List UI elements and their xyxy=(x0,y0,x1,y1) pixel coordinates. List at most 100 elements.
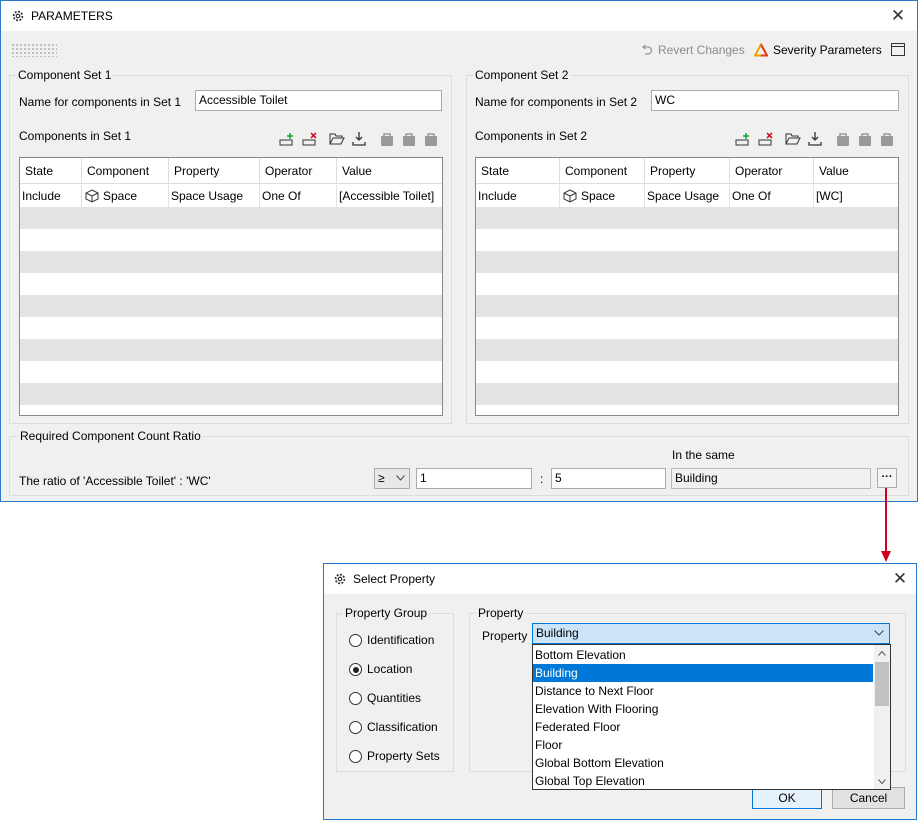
component-cell: Space xyxy=(560,185,645,207)
drag-grip[interactable] xyxy=(11,43,57,57)
ratio-left-field[interactable]: 1 xyxy=(416,468,532,489)
warning-triangle-icon xyxy=(754,43,768,57)
column-header-state[interactable]: State xyxy=(476,158,560,184)
table-row[interactable]: Include Space Space Usage One Of [Access… xyxy=(20,185,442,207)
set2-components-table: State Component Property Operator Value … xyxy=(475,157,899,416)
dropdown-item[interactable]: Bottom Elevation xyxy=(533,646,873,664)
radio-label: Classification xyxy=(367,720,438,734)
download-icon[interactable] xyxy=(351,131,367,147)
dropdown-item[interactable]: Global Top Elevation xyxy=(533,772,873,789)
empty-row xyxy=(20,207,442,229)
scrollbar-thumb[interactable] xyxy=(875,662,889,706)
state-cell: Include xyxy=(20,185,82,207)
bag-icon[interactable] xyxy=(379,131,395,147)
dropdown-item[interactable]: Global Bottom Elevation xyxy=(533,754,873,772)
chevron-up-icon[interactable] xyxy=(878,651,886,656)
select-property-dialog: Select Property ✕ Property Group Identif… xyxy=(323,563,917,820)
set1-components-table: State Component Property Operator Value … xyxy=(19,157,443,416)
property-box-title: Property xyxy=(476,606,526,620)
dropdown-item[interactable]: Elevation With Flooring xyxy=(533,700,873,718)
ratio-operator-select[interactable]: ≥ xyxy=(374,468,410,489)
dropdown-item[interactable]: Distance to Next Floor xyxy=(533,682,873,700)
empty-row xyxy=(20,295,442,317)
state-cell: Include xyxy=(476,185,560,207)
set1-name-label: Name for components in Set 1 xyxy=(19,95,182,109)
title-bar: PARAMETERS ✕ xyxy=(1,1,917,31)
dropdown-item[interactable]: Floor xyxy=(533,736,873,754)
browse-property-button[interactable]: ··· xyxy=(877,468,897,488)
bag-icon[interactable] xyxy=(423,131,439,147)
ratio-operator-value: ≥ xyxy=(378,471,385,485)
open-folder-icon[interactable] xyxy=(329,131,345,147)
column-header-state[interactable]: State xyxy=(20,158,82,184)
empty-row xyxy=(20,383,442,405)
ratio-label: The ratio of 'Accessible Toilet' : 'WC' xyxy=(19,474,211,488)
operator-cell: One Of xyxy=(730,185,814,207)
empty-row xyxy=(20,339,442,361)
parameters-window: PARAMETERS ✕ Revert Changes Severity Par… xyxy=(0,0,918,502)
radio-label: Property Sets xyxy=(367,749,440,763)
property-select[interactable]: Building xyxy=(532,623,890,644)
set1-name-field[interactable]: Accessible Toilet xyxy=(195,90,442,111)
cancel-button[interactable]: Cancel xyxy=(832,787,905,809)
gear-icon xyxy=(334,573,346,585)
download-icon[interactable] xyxy=(807,131,823,147)
column-header-operator[interactable]: Operator xyxy=(730,158,814,184)
ratio-group-title: Required Component Count Ratio xyxy=(18,429,203,443)
value-cell: [Accessible Toilet] xyxy=(339,189,435,203)
chevron-down-icon xyxy=(874,630,884,636)
table-row[interactable]: Include Space Space Usage One Of [WC] xyxy=(476,185,898,207)
radio-button[interactable] xyxy=(349,634,362,647)
property-cell: Space Usage xyxy=(645,185,730,207)
empty-row xyxy=(476,383,898,405)
add-row-icon[interactable] xyxy=(279,131,295,147)
bag-icon[interactable] xyxy=(835,131,851,147)
radio-button[interactable] xyxy=(349,721,362,734)
property-group-title: Property Group xyxy=(343,606,430,620)
chevron-down-icon xyxy=(396,475,405,481)
delete-row-icon[interactable] xyxy=(758,131,774,147)
ok-button[interactable]: OK xyxy=(752,787,822,809)
ratio-separator: : xyxy=(540,472,544,486)
column-header-property[interactable]: Property xyxy=(169,158,260,184)
value-cell: [WC] xyxy=(816,189,843,203)
radio-button[interactable] xyxy=(349,750,362,763)
column-header-property[interactable]: Property xyxy=(645,158,730,184)
close-icon[interactable]: ✕ xyxy=(889,568,911,590)
dropdown-scrollbar[interactable] xyxy=(874,645,890,789)
radio-button[interactable] xyxy=(349,692,362,705)
radio-button[interactable] xyxy=(349,663,362,676)
component-set-2-title: Component Set 2 xyxy=(473,68,571,82)
in-same-label: In the same xyxy=(672,448,735,462)
ratio-right-field[interactable]: 5 xyxy=(551,468,666,489)
close-icon[interactable]: ✕ xyxy=(887,5,909,27)
delete-row-icon[interactable] xyxy=(302,131,318,147)
set1-components-label: Components in Set 1 xyxy=(19,129,132,143)
column-header-value[interactable]: Value xyxy=(814,158,898,184)
chevron-down-icon[interactable] xyxy=(878,779,886,784)
property-dropdown-list[interactable]: Bottom Elevation Building Distance to Ne… xyxy=(532,644,891,790)
add-row-icon[interactable] xyxy=(735,131,751,147)
open-folder-icon[interactable] xyxy=(785,131,801,147)
gear-icon xyxy=(12,10,24,22)
dialog-title: Select Property xyxy=(353,572,436,586)
bag-icon[interactable] xyxy=(879,131,895,147)
bag-icon[interactable] xyxy=(401,131,417,147)
set2-name-field[interactable]: WC xyxy=(651,90,899,111)
column-header-component[interactable]: Component xyxy=(560,158,645,184)
dropdown-item[interactable]: Federated Floor xyxy=(533,718,873,736)
radio-label: Identification xyxy=(367,633,435,647)
column-header-value[interactable]: Value xyxy=(337,158,442,184)
dropdown-item-selected[interactable]: Building xyxy=(533,664,873,682)
in-same-field: Building xyxy=(671,468,871,489)
empty-row xyxy=(20,251,442,273)
property-select-value: Building xyxy=(536,626,579,640)
empty-row xyxy=(476,339,898,361)
property-cell: Space Usage xyxy=(169,185,260,207)
window-icon[interactable] xyxy=(891,43,905,56)
column-header-operator[interactable]: Operator xyxy=(260,158,337,184)
column-header-component[interactable]: Component xyxy=(82,158,169,184)
radio-label: Location xyxy=(367,662,413,676)
bag-icon[interactable] xyxy=(857,131,873,147)
component-cell: Space xyxy=(82,185,169,207)
